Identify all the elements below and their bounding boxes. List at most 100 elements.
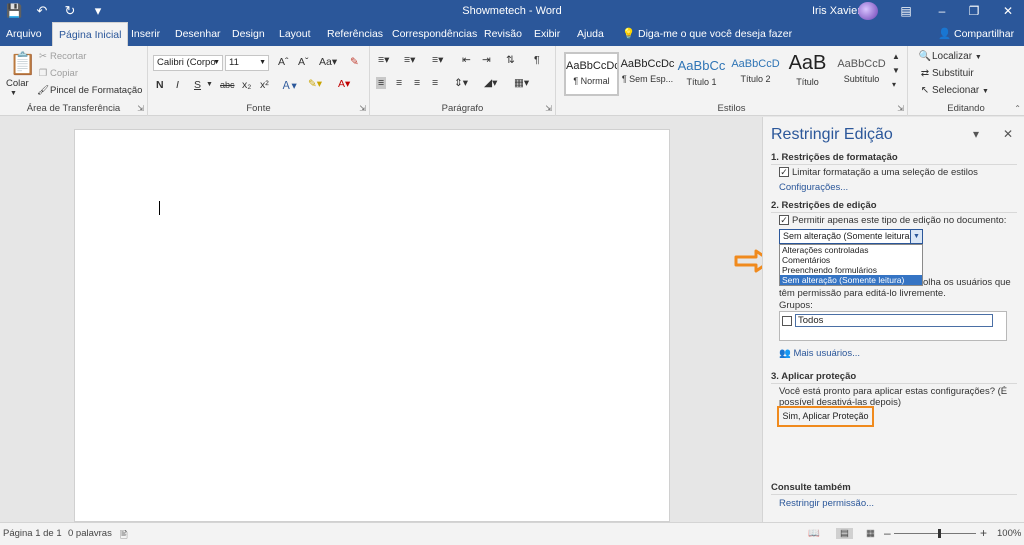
apply-protection-button[interactable]: Sim, Aplicar Proteção [777, 406, 874, 427]
zoom-out-icon[interactable]: – [884, 526, 891, 540]
superscript-button[interactable]: x² [260, 79, 269, 91]
chevron-down-icon[interactable]: ▼ [910, 230, 922, 243]
more-users-link[interactable]: 👥 Mais usuários... [779, 348, 860, 359]
italic-button[interactable]: I [176, 79, 179, 91]
editing-type-select[interactable]: Sem alteração (Somente leitura) ▼ [779, 229, 923, 244]
underline-dropdown-icon[interactable]: ▼ [206, 81, 213, 88]
share-button[interactable]: 👤 Compartilhar [938, 22, 1014, 46]
justify-icon[interactable]: ≡ [432, 77, 438, 89]
restrict-permission-link[interactable]: Restringir permissão... [779, 498, 874, 509]
paste-icon[interactable]: 📋 [9, 51, 36, 77]
cut-button[interactable]: ✂ Recortar [36, 51, 86, 62]
page-count[interactable]: Página 1 de 1 [3, 528, 62, 539]
select-button[interactable]: ↖ Selecionar ▼ [918, 85, 989, 96]
format-painter-button[interactable]: 🖌Pincel de Formatação [36, 85, 142, 96]
option-tracked-changes[interactable]: Alterações controladas [780, 245, 922, 255]
read-mode-icon[interactable]: 📖 [808, 528, 820, 539]
ribbon-display-icon[interactable]: ▤ [896, 2, 916, 20]
copy-button[interactable]: ❐ Copiar [36, 68, 78, 79]
collapse-ribbon-icon[interactable]: ⌃ [1014, 104, 1021, 113]
tab-revisao[interactable]: Revisão [478, 22, 528, 46]
pane-options-icon[interactable]: ▾ [973, 127, 979, 141]
print-layout-icon[interactable]: ▤ [836, 528, 853, 539]
show-marks-icon[interactable]: ¶ [534, 54, 540, 66]
option-comments[interactable]: Comentários [780, 255, 922, 265]
document-page[interactable] [74, 129, 670, 522]
shrink-font-icon[interactable]: Aˇ [298, 56, 309, 68]
paste-dropdown-icon[interactable]: ▼ [10, 90, 17, 97]
underline-button[interactable]: S [194, 79, 201, 91]
shading-icon[interactable]: ◢▾ [484, 77, 497, 89]
tell-me-search[interactable]: 💡 Diga-me o que você deseja fazer [622, 22, 792, 46]
minimize-icon[interactable]: – [932, 2, 952, 20]
tab-exibir[interactable]: Exibir [528, 22, 566, 46]
styles-scroll-down-icon[interactable]: ▼ [892, 66, 900, 75]
tab-arquivo[interactable]: Arquivo [0, 22, 48, 46]
font-size-combo[interactable]: 11 ▼ [225, 55, 269, 71]
borders-icon[interactable]: ▦▾ [514, 77, 529, 89]
tab-correspondencias[interactable]: Correspondências [386, 22, 483, 46]
font-launcher-icon[interactable]: ⇲ [359, 104, 366, 113]
allow-editing-checkbox[interactable]: ✓ Permitir apenas este tipo de edição no … [779, 215, 1006, 226]
option-filling-forms[interactable]: Preenchendo formulários [780, 265, 922, 275]
settings-link[interactable]: Configurações... [779, 182, 848, 193]
style-heading2[interactable]: AaBbCcD Título 2 [728, 52, 783, 96]
replace-button[interactable]: ⇄ Substituir [918, 68, 974, 79]
styles-more-icon[interactable]: ▾ [892, 80, 896, 89]
find-button[interactable]: 🔍Localizar ▼ [918, 51, 982, 62]
close-icon[interactable]: ✕ [998, 2, 1018, 20]
bold-button[interactable]: N [156, 79, 164, 91]
group-everyone-item[interactable]: Todos [782, 314, 993, 327]
grow-font-icon[interactable]: Aˆ [278, 56, 289, 68]
paste-button[interactable]: Colar [6, 78, 29, 89]
decrease-indent-icon[interactable]: ⇤ [462, 54, 471, 66]
zoom-level[interactable]: 100% [997, 528, 1021, 539]
tab-pagina-inicial[interactable]: Página Inicial [52, 22, 129, 46]
zoom-slider-thumb[interactable] [938, 529, 941, 538]
tab-desenhar[interactable]: Desenhar [169, 22, 227, 46]
proofing-icon[interactable]: 🖹 [120, 528, 128, 544]
sort-icon[interactable]: ⇅ [506, 54, 515, 66]
change-case-icon[interactable]: Aa▾ [319, 56, 337, 68]
clear-formatting-icon[interactable]: ✎ [350, 56, 359, 68]
style-title[interactable]: AaB Título [780, 52, 835, 96]
styles-launcher-icon[interactable]: ⇲ [897, 104, 904, 113]
zoom-slider[interactable] [894, 533, 976, 534]
bullets-icon[interactable]: ≡▾ [378, 54, 389, 66]
styles-scroll-up-icon[interactable]: ▲ [892, 52, 900, 61]
numbering-icon[interactable]: ≡▾ [404, 54, 415, 66]
paragraph-launcher-icon[interactable]: ⇲ [545, 104, 552, 113]
avatar[interactable] [858, 2, 878, 20]
zoom-in-icon[interactable]: + [980, 526, 987, 540]
restore-icon[interactable]: ❐ [964, 2, 984, 20]
tab-design[interactable]: Design [226, 22, 271, 46]
tab-layout[interactable]: Layout [273, 22, 317, 46]
style-normal[interactable]: AaBbCcDc ¶ Normal [564, 52, 619, 96]
style-heading1[interactable]: AaBbCc Título 1 [674, 52, 729, 96]
style-no-spacing[interactable]: AaBbCcDc ¶ Sem Esp... [620, 52, 675, 96]
word-count[interactable]: 0 palavras [68, 528, 112, 539]
align-left-icon[interactable]: ≡ [376, 77, 387, 89]
align-center-icon[interactable]: ≡ [396, 77, 402, 89]
highlight-icon[interactable]: ✎▾ [308, 78, 322, 90]
align-right-icon[interactable]: ≡ [414, 77, 420, 89]
clipboard-launcher-icon[interactable]: ⇲ [137, 104, 144, 113]
font-color-icon[interactable]: A▾ [338, 78, 350, 90]
limit-formatting-checkbox[interactable]: ✓ Limitar formatação a uma seleção de est… [779, 167, 978, 178]
tab-referencias[interactable]: Referências [321, 22, 389, 46]
tab-inserir[interactable]: Inserir [125, 22, 166, 46]
pane-close-icon[interactable]: ✕ [1003, 127, 1013, 141]
user-name[interactable]: Iris Xavier [812, 5, 861, 17]
style-subtitle[interactable]: AaBbCcD Subtítulo [834, 52, 889, 96]
checkbox-icon[interactable] [782, 315, 792, 326]
web-layout-icon[interactable]: ▦ [866, 528, 875, 539]
text-effects-icon[interactable]: Ａ▾ [281, 78, 297, 93]
strikethrough-button[interactable]: abc [220, 80, 235, 90]
tab-ajuda[interactable]: Ajuda [571, 22, 610, 46]
multilevel-list-icon[interactable]: ≡▾ [432, 54, 443, 66]
line-spacing-icon[interactable]: ⇕▾ [454, 77, 468, 89]
font-name-combo[interactable]: Calibri (Corpo ▼ [153, 55, 223, 71]
increase-indent-icon[interactable]: ⇥ [482, 54, 491, 66]
subscript-button[interactable]: x₂ [242, 79, 251, 91]
option-no-changes[interactable]: Sem alteração (Somente leitura) [780, 275, 922, 285]
